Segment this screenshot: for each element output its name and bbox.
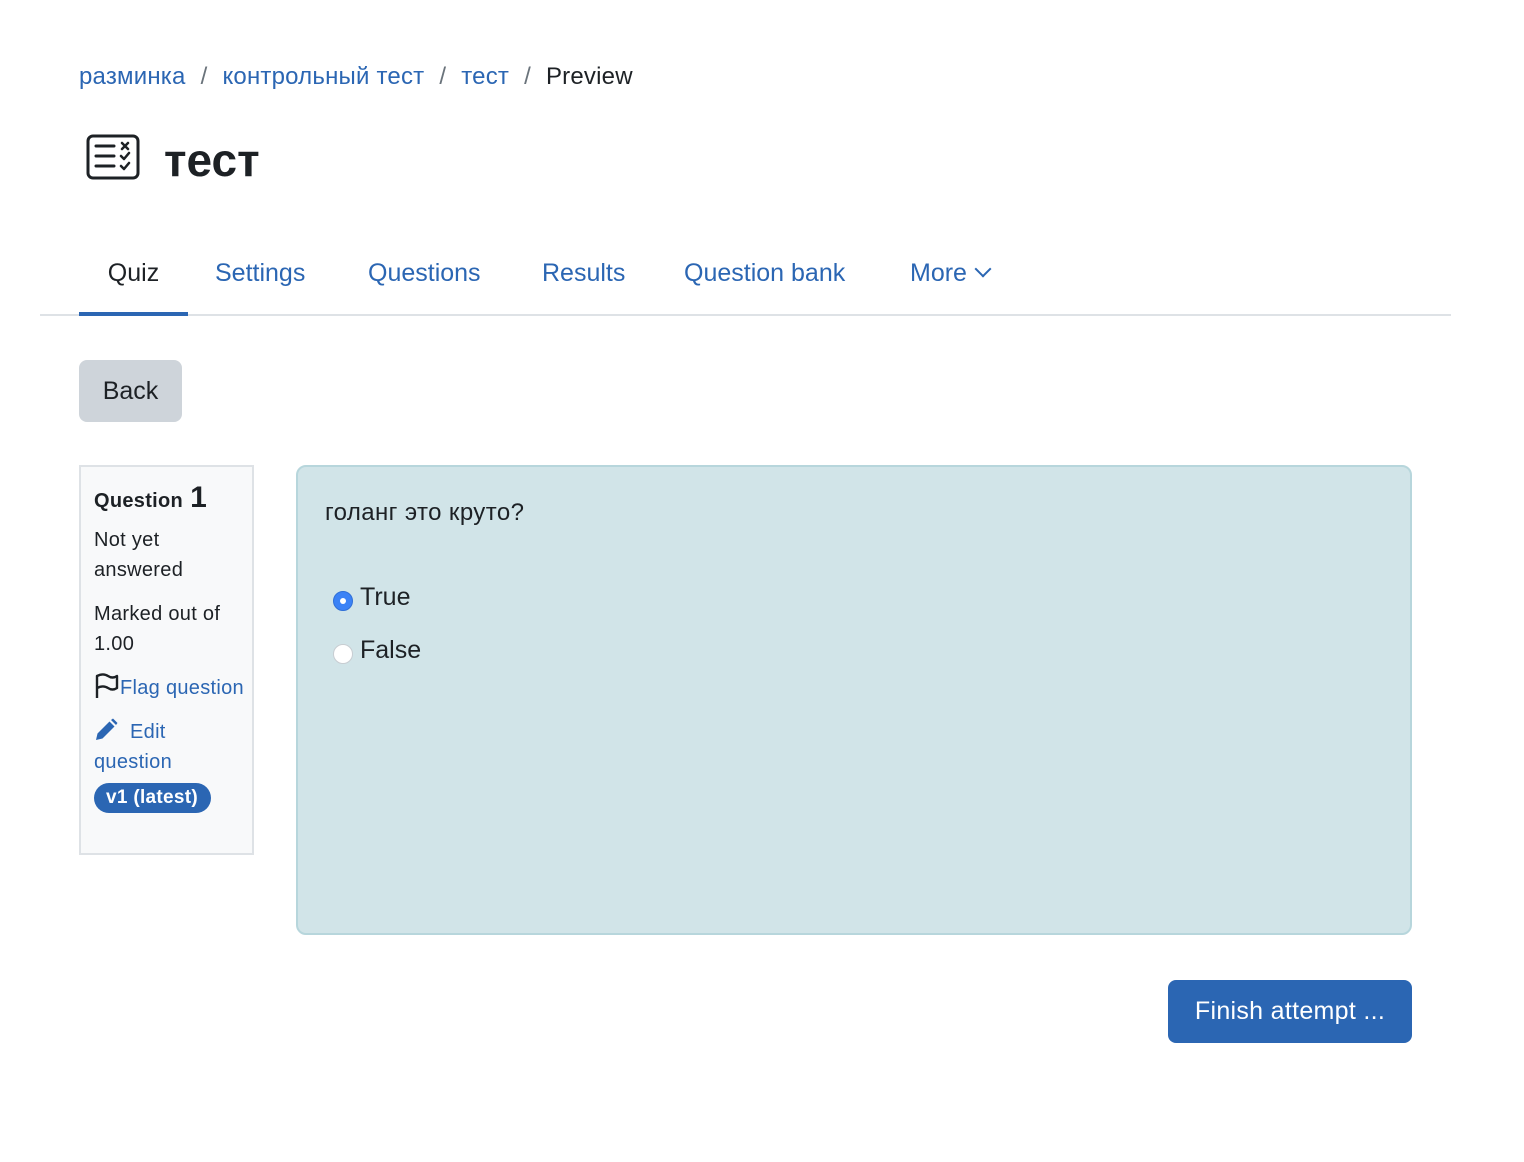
- answer-option-false[interactable]: False: [333, 636, 421, 665]
- page-title: тест: [164, 134, 260, 186]
- question-text: голанг это круто?: [325, 499, 525, 526]
- flag-question-link[interactable]: Flag question: [94, 673, 244, 703]
- question-number-value: 1: [190, 481, 207, 514]
- breadcrumb-separator: /: [200, 63, 208, 90]
- tab-label: Question bank: [684, 258, 846, 287]
- tab-quiz[interactable]: Quiz: [79, 232, 188, 316]
- page-header: тест: [86, 126, 260, 190]
- tab-results[interactable]: Results: [542, 232, 625, 314]
- question-number-label: Question: [94, 490, 184, 512]
- secondary-navigation: Quiz Settings Questions Results Question…: [40, 232, 1451, 316]
- tab-label: Results: [542, 258, 626, 287]
- tab-label: More: [910, 258, 967, 287]
- pencil-icon: [96, 718, 118, 740]
- answer-label: False: [360, 636, 422, 664]
- radio-true[interactable]: [333, 590, 353, 611]
- breadcrumb-link-quiz[interactable]: тест: [461, 63, 509, 91]
- quiz-icon: [86, 134, 140, 180]
- breadcrumb-separator: /: [524, 63, 531, 90]
- tab-more[interactable]: More: [910, 232, 992, 314]
- question-grade: Marked out of 1.00: [94, 603, 221, 655]
- breadcrumb: разминка / контрольный тест / тест / Pre…: [79, 60, 633, 94]
- breadcrumb-separator: /: [439, 63, 447, 90]
- chevron-down-icon: [974, 260, 992, 278]
- answer-label: True: [360, 583, 411, 611]
- question-number: Question 1: [94, 481, 252, 515]
- tab-label: Quiz: [107, 258, 160, 287]
- breadcrumb-link-section[interactable]: контрольный тест: [222, 63, 424, 91]
- edit-question-link[interactable]: Edit question: [94, 717, 244, 777]
- finish-attempt-button[interactable]: Finish attempt ...: [1168, 980, 1412, 1043]
- question-content: голанг это круто? True False: [296, 465, 1412, 935]
- flag-question-label: Flag question: [120, 677, 244, 699]
- back-button[interactable]: Back: [79, 360, 182, 422]
- flag-icon: [95, 673, 119, 698]
- tab-label: Settings: [215, 258, 306, 287]
- question-state: Not yet answered: [94, 529, 184, 581]
- breadcrumb-current: Preview: [545, 63, 633, 90]
- tab-label: Questions: [368, 258, 481, 287]
- tab-questions[interactable]: Questions: [368, 232, 481, 314]
- breadcrumb-link-course[interactable]: разминка: [79, 63, 186, 91]
- version-badge: v1 (latest): [94, 783, 212, 813]
- tab-settings[interactable]: Settings: [215, 232, 305, 314]
- question-info-panel: Question 1 Not yet answered Marked out o…: [79, 465, 254, 855]
- answer-option-true[interactable]: True: [333, 583, 410, 612]
- radio-false[interactable]: [333, 643, 353, 664]
- tab-question-bank[interactable]: Question bank: [684, 232, 845, 314]
